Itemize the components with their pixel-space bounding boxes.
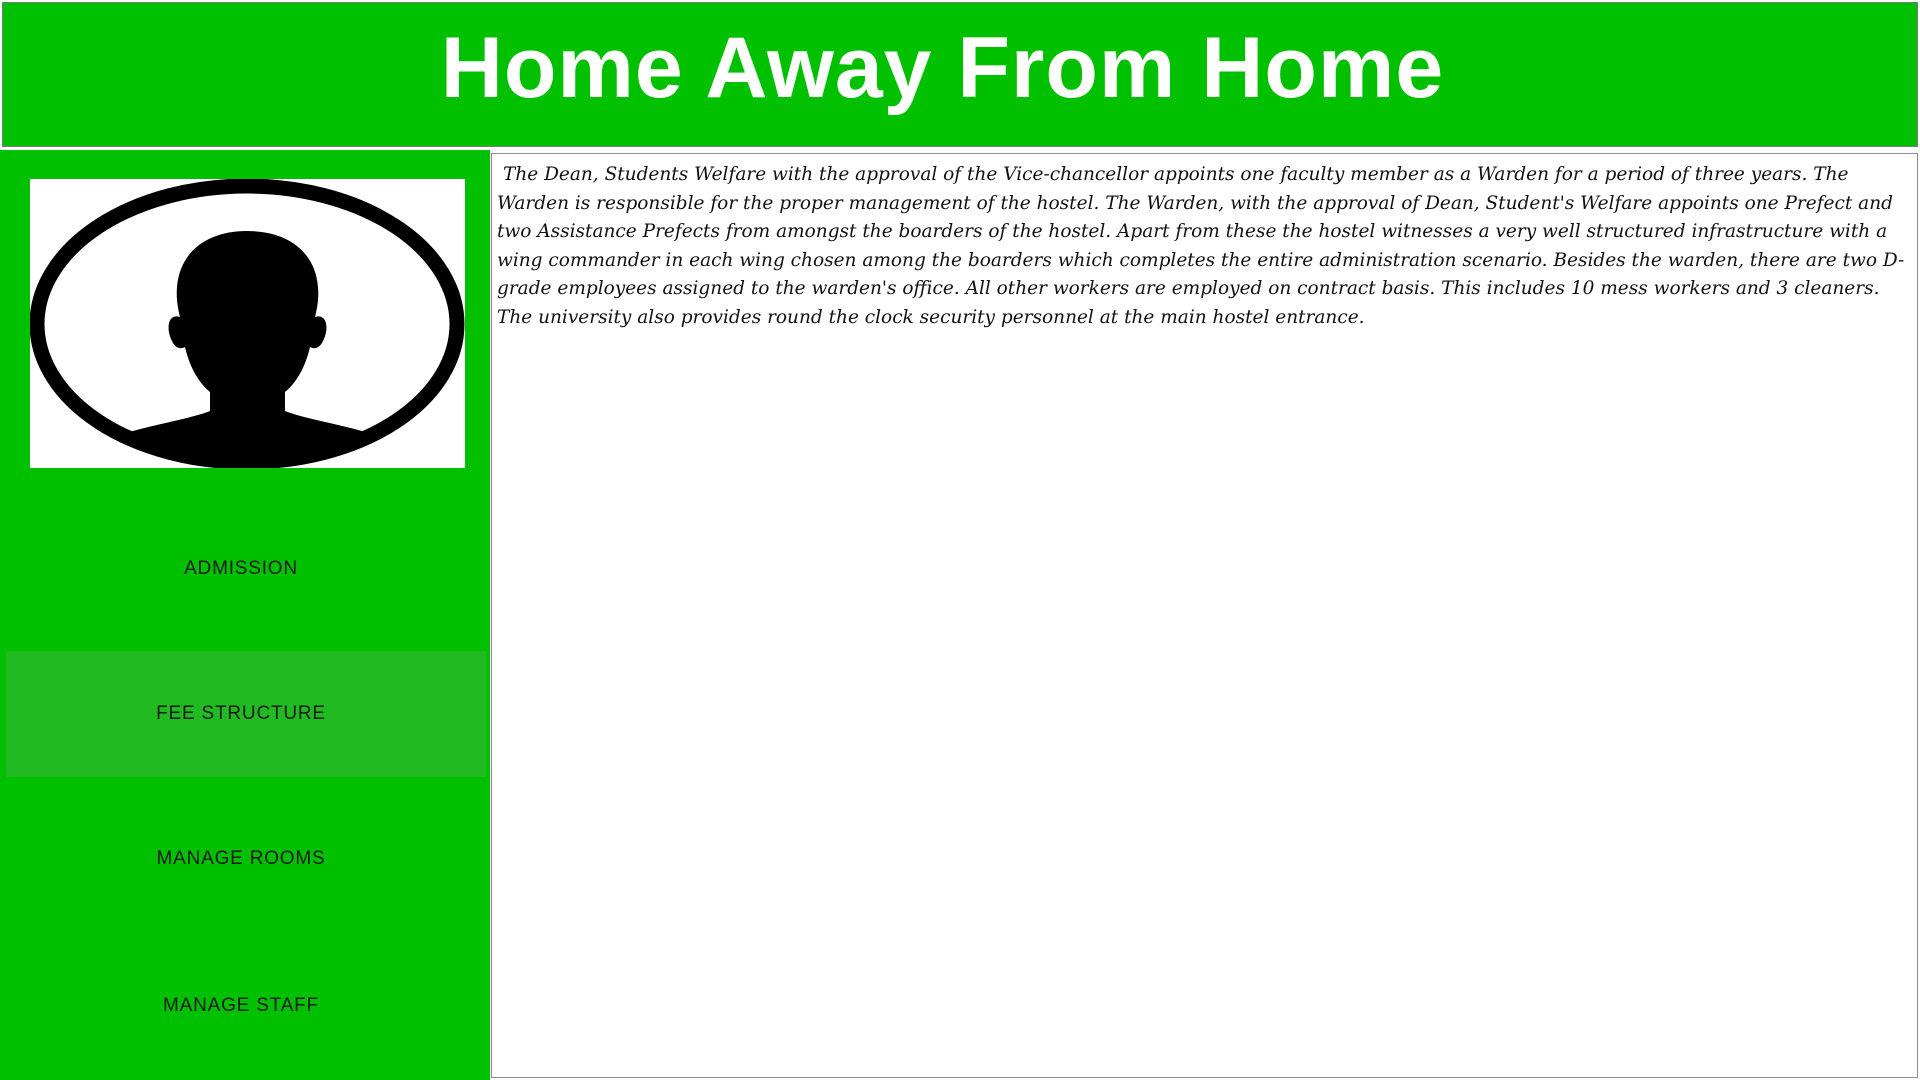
sidebar-item-label: MANAGE STAFF — [163, 995, 319, 1016]
user-silhouette-icon — [30, 179, 465, 468]
sidebar-item-label: FEE STRUCTURE — [156, 703, 326, 724]
avatar — [30, 179, 465, 468]
sidebar-item-manage-rooms[interactable]: MANAGE ROOMS — [6, 796, 486, 922]
sidebar-item-label: MANAGE ROOMS — [156, 848, 326, 869]
app-header: Home Away From Home — [2, 2, 1918, 147]
sidebar-item-admission[interactable]: ADMISSION — [6, 506, 486, 632]
sidebar-item-manage-staff[interactable]: MANAGE STAFF — [6, 943, 486, 1069]
sidebar-item-label: ADMISSION — [184, 558, 298, 579]
description-paragraph: The Dean, Students Welfare with the appr… — [497, 164, 1905, 328]
sidebar-item-fee-structure[interactable]: FEE STRUCTURE — [6, 651, 486, 777]
content-panel: The Dean, Students Welfare with the appr… — [491, 153, 1918, 1078]
sidebar: ADMISSION FEE STRUCTURE MANAGE ROOMS MAN… — [0, 150, 490, 1080]
app-title: Home Away From Home — [440, 20, 1445, 116]
